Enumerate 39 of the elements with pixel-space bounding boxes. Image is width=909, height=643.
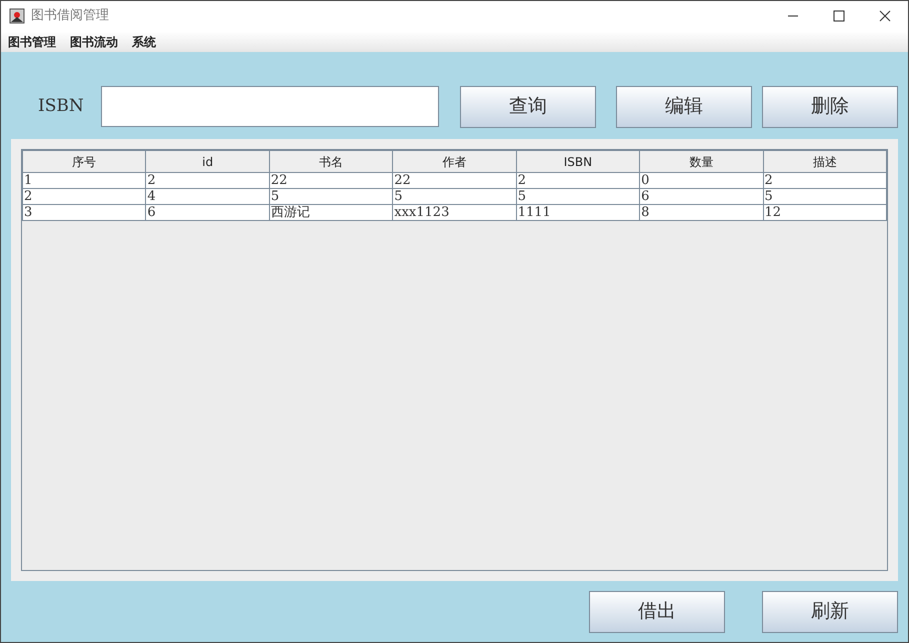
action-button[interactable]: 借出 — [589, 590, 725, 632]
action-button[interactable]: 查询 — [460, 86, 596, 128]
table-cell: 5 — [516, 188, 640, 204]
table-cell: xxx1123 — [392, 204, 516, 220]
action-button[interactable]: 删除 — [762, 86, 898, 128]
column-header[interactable]: 书名 — [269, 150, 393, 172]
table-cell: 1111 — [516, 204, 640, 220]
table-cell: 2 — [763, 172, 886, 188]
table-cell: 5 — [392, 188, 516, 204]
table-cell: 0 — [640, 172, 764, 188]
column-header[interactable]: id — [146, 150, 270, 172]
table-cell: 6 — [146, 204, 270, 220]
table-cell: 22 — [269, 172, 393, 188]
menu-item[interactable]: 图书管理 — [8, 32, 56, 50]
column-header[interactable]: 作者 — [392, 150, 516, 172]
table-cell: 2 — [516, 172, 640, 188]
table-cell: 4 — [146, 188, 270, 204]
column-header[interactable]: 描述 — [763, 150, 886, 172]
table-cell: 2 — [146, 172, 270, 188]
menu-item[interactable]: 系统 — [132, 32, 156, 50]
column-header[interactable]: 数量 — [640, 150, 764, 172]
table-cell: 5 — [763, 188, 886, 204]
isbn-label: ISBN — [37, 94, 85, 118]
table-cell: 2 — [22, 188, 146, 204]
action-button[interactable]: 刷新 — [762, 590, 898, 632]
table-cell: 12 — [763, 204, 886, 220]
table-cell: 6 — [640, 188, 764, 204]
menu-item[interactable]: 图书流动 — [70, 32, 118, 50]
table-cell: 22 — [392, 172, 516, 188]
table-cell: 1 — [22, 172, 146, 188]
table-cell: 8 — [640, 204, 764, 220]
isbn-field[interactable] — [101, 86, 439, 127]
action-button[interactable]: 编辑 — [616, 86, 752, 128]
app-icon — [9, 8, 25, 24]
column-header[interactable]: ISBN — [516, 150, 640, 172]
table-cell: 3 — [22, 204, 146, 220]
column-header[interactable]: 序号 — [22, 150, 146, 172]
window-title: 图书借阅管理 — [31, 7, 109, 26]
table-cell: 5 — [269, 188, 393, 204]
